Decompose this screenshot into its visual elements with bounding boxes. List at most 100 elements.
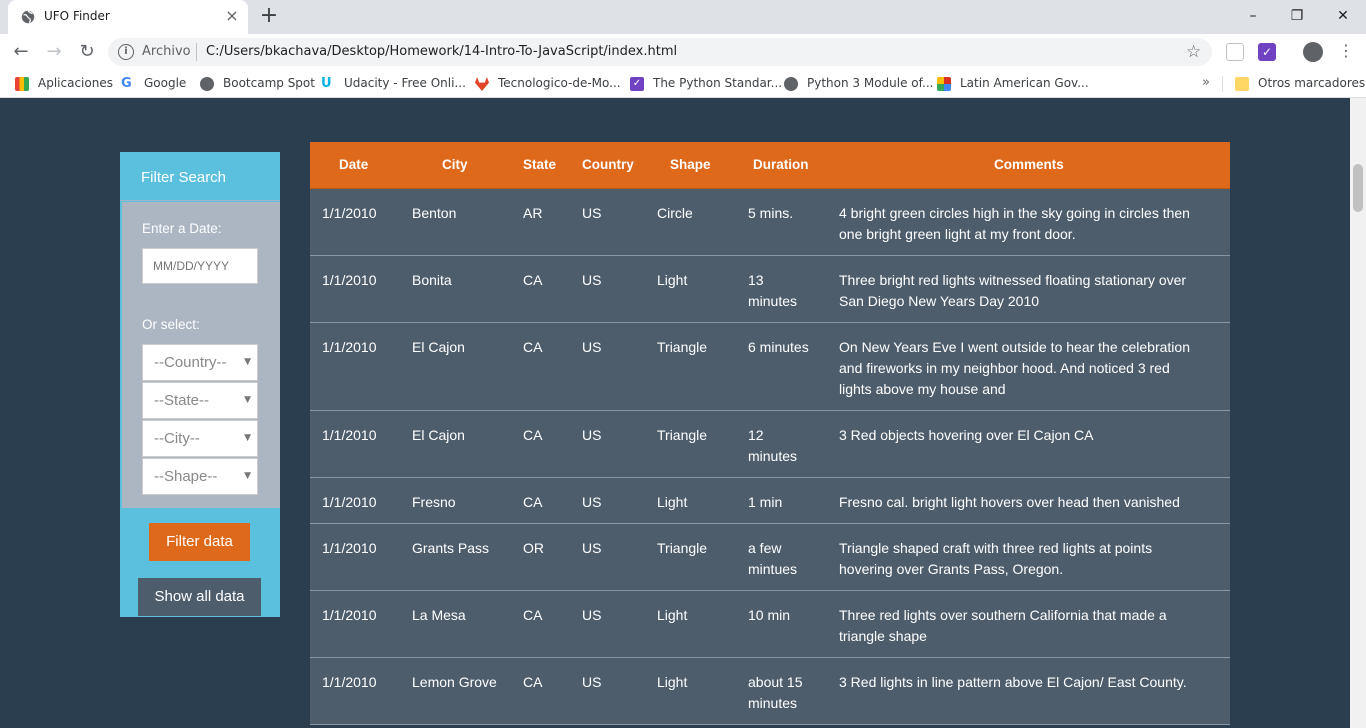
cell-shape: Circle <box>657 205 693 221</box>
table-header: Date City State Country Shape Duration C… <box>310 142 1230 189</box>
cell-date: 1/1/2010 <box>322 674 377 690</box>
cell-comments: Three bright red lights witnessed floati… <box>839 270 1186 312</box>
cell-city: Benton <box>412 205 457 221</box>
ufo-table: Date City State Country Shape Duration C… <box>310 142 1230 725</box>
table-row: 1/1/2010 Grants Pass OR US Triangle a few mint… <box>310 524 1230 591</box>
page-scrollbar[interactable] <box>1350 98 1366 728</box>
country-select[interactable]: --Country-- ▼ <box>142 344 258 381</box>
filter-data-button[interactable]: Filter data <box>149 523 250 561</box>
checkbox-icon: ✓ <box>630 77 644 91</box>
state-select[interactable]: --State-- ▼ <box>142 382 258 419</box>
cell-country: US <box>582 494 602 510</box>
scrollbar-thumb[interactable] <box>1353 164 1363 212</box>
cell-state: CA <box>523 339 543 355</box>
cell-comments-line: Fresno cal. bright light hovers over hea… <box>839 494 1180 510</box>
cell-country: US <box>582 272 602 288</box>
globe-icon <box>784 77 798 91</box>
filter-title: Filter Search <box>141 169 227 186</box>
filter-panel: Filter Search Enter a Date: Or select: -… <box>120 152 280 617</box>
select-label: Or select: <box>142 317 200 332</box>
cell-duration: 12 minutes <box>748 425 797 467</box>
address-divider <box>196 43 197 61</box>
cell-date: 1/1/2010 <box>322 540 377 556</box>
bookmarks-overflow-icon[interactable]: » <box>1202 75 1210 90</box>
cell-comments-line: lights above my house and <box>839 381 1006 397</box>
cell-duration-line: minutes <box>748 695 798 711</box>
cell-comments-line: 4 bright green circles high in the sky g… <box>839 205 1190 221</box>
bookmark-star-icon[interactable]: ☆ <box>1186 42 1201 62</box>
cell-duration-line: minutes <box>748 448 798 464</box>
table-body: 1/1/2010 Benton AR US Circle 5 mins. 4 bright … <box>310 189 1230 725</box>
cell-duration-line: 13 <box>748 272 764 288</box>
cell-duration-line: minutes <box>748 293 798 309</box>
table-row: 1/1/2010 El Cajon CA US Triangle 12 minutes 3 R… <box>310 411 1230 478</box>
forward-arrow-icon[interactable]: → <box>44 42 64 62</box>
column-header-city: City <box>442 157 468 172</box>
cell-duration-line: mintues <box>748 561 798 577</box>
address-url[interactable]: C:/Users/bkachava/Desktop/Homework/14-In… <box>206 44 677 59</box>
caret-down-icon: ▼ <box>244 433 251 443</box>
more-menu-icon[interactable]: ⋮ <box>1338 41 1354 60</box>
table-row: 1/1/2010 La Mesa CA US Light 10 min Three red … <box>310 591 1230 658</box>
cell-duration: 13 minutes <box>748 270 797 312</box>
reload-icon[interactable]: ↻ <box>77 42 97 62</box>
info-icon[interactable]: i <box>118 44 134 60</box>
cell-country: US <box>582 540 602 556</box>
cell-duration: 5 mins. <box>748 203 793 224</box>
cell-city: La Mesa <box>412 607 466 623</box>
minimize-icon[interactable]: – <box>1243 6 1263 26</box>
filter-header: Filter Search <box>120 152 280 201</box>
cell-city: Bonita <box>412 272 452 288</box>
cell-duration-line: a few <box>748 540 782 556</box>
cell-comments-line: Triangle shaped craft with three red lig… <box>839 540 1153 556</box>
cell-comments: 3 Red objects hovering over El Cajon CA <box>839 425 1093 446</box>
tab-title: UFO Finder <box>44 9 110 23</box>
column-header-country: Country <box>582 157 634 172</box>
cell-duration: a few mintues <box>748 538 797 580</box>
caret-down-icon: ▼ <box>244 471 251 481</box>
folder-icon <box>1235 77 1249 91</box>
address-protocol: Archivo <box>142 44 191 59</box>
cell-comments-line: Three red lights over southern Californi… <box>839 607 1167 623</box>
cell-shape: Triangle <box>657 339 708 355</box>
new-tab-icon[interactable]: + <box>258 5 280 28</box>
page-content: Filter Search Enter a Date: Or select: -… <box>0 98 1350 728</box>
cell-shape: Light <box>657 674 688 690</box>
globe-icon <box>200 77 214 91</box>
cell-city: Grants Pass <box>412 540 490 556</box>
cell-comments: 4 bright green circles high in the sky g… <box>839 203 1190 245</box>
city-select[interactable]: --City-- ▼ <box>142 420 258 457</box>
checkbox-extension-icon[interactable]: ✓ <box>1258 43 1276 61</box>
restore-icon[interactable]: ❐ <box>1287 6 1307 26</box>
browser-tab[interactable]: UFO Finder × <box>8 0 248 34</box>
column-header-date: Date <box>339 157 369 172</box>
table-row: 1/1/2010 Benton AR US Circle 5 mins. 4 bright … <box>310 189 1230 256</box>
cell-date: 1/1/2010 <box>322 427 377 443</box>
cell-comments: Three red lights over southern Californi… <box>839 605 1167 647</box>
back-arrow-icon[interactable]: ← <box>11 42 31 62</box>
cell-duration-line: 5 mins. <box>748 205 794 221</box>
date-label: Enter a Date: <box>142 221 222 236</box>
address-bar[interactable]: i Archivo C:/Users/bkachava/Desktop/Home… <box>108 38 1212 66</box>
cell-comments-line: On New Years Eve I went outside to hear … <box>839 339 1190 355</box>
latam-icon <box>937 77 951 91</box>
cell-duration-line: 1 min <box>748 494 783 510</box>
cell-state: CA <box>523 427 543 443</box>
cell-shape: Light <box>657 607 688 623</box>
close-tab-icon[interactable]: × <box>224 8 240 24</box>
cell-shape: Triangle <box>657 427 708 443</box>
cell-comments-line: Three bright red lights witnessed floati… <box>839 272 1187 288</box>
shape-select[interactable]: --Shape-- ▼ <box>142 458 258 495</box>
show-all-data-button[interactable]: Show all data <box>138 578 261 616</box>
cell-date: 1/1/2010 <box>322 272 377 288</box>
table-row: 1/1/2010 El Cajon CA US Triangle 6 minutes On … <box>310 323 1230 411</box>
cell-duration: 6 minutes <box>748 337 809 358</box>
close-window-icon[interactable]: ✕ <box>1333 6 1353 26</box>
caret-down-icon: ▼ <box>244 395 251 405</box>
profile-icon[interactable] <box>1303 42 1323 62</box>
google-icon: G <box>121 76 132 91</box>
extension-icon[interactable] <box>1226 43 1244 61</box>
apps-grid-icon <box>15 77 29 91</box>
date-input[interactable] <box>142 248 258 284</box>
cell-duration: 1 min <box>748 492 782 513</box>
